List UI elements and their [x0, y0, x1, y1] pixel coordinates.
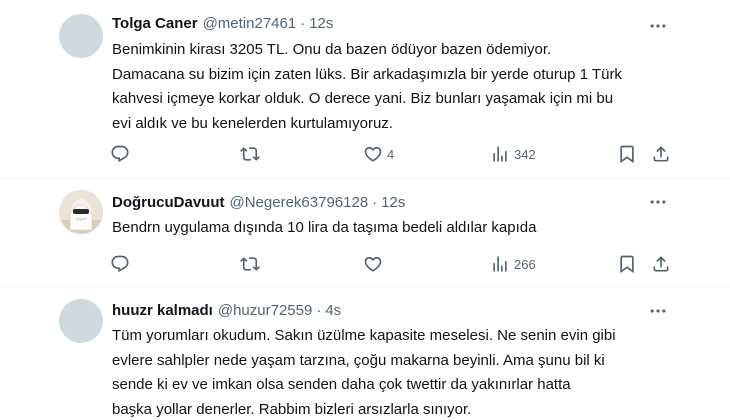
separator-dot: ·	[372, 194, 378, 211]
tweet-text: Bendrn uygulama dışında 10 lira da taşım…	[112, 219, 537, 236]
tweet-header: DoğrucuDavuut @Negerek63796128 · 12s	[112, 194, 405, 211]
timestamp[interactable]: 4s	[325, 302, 341, 319]
tweet-3[interactable]: huuzr kalmadı @huzur72559 · 4s Tüm yorum…	[0, 287, 730, 420]
separator-dot: ·	[316, 302, 322, 319]
more-icon[interactable]	[646, 190, 670, 214]
author-name[interactable]: huuzr kalmadı	[112, 302, 213, 319]
views-chart-icon	[490, 144, 510, 164]
author-handle[interactable]: @Negerek63796128	[230, 194, 369, 211]
views-chart-icon	[490, 254, 510, 274]
avatar-photo	[59, 190, 103, 234]
reply-icon	[110, 144, 130, 164]
more-icon[interactable]	[646, 14, 670, 38]
tweet-header: huuzr kalmadı @huzur72559 · 4s	[112, 302, 341, 319]
view-count: 342	[514, 146, 536, 162]
share-button[interactable]	[651, 142, 671, 166]
bookmark-button[interactable]	[617, 252, 637, 276]
separator-dot: ·	[300, 15, 306, 32]
views-button[interactable]: 342	[490, 142, 536, 166]
like-button[interactable]: 4	[363, 142, 394, 166]
heart-icon	[363, 254, 383, 274]
reply-icon	[110, 254, 130, 274]
retweet-icon	[240, 254, 260, 274]
retweet-icon	[240, 144, 260, 164]
timestamp[interactable]: 12s	[381, 194, 405, 211]
bookmark-icon	[617, 144, 637, 164]
author-name[interactable]: DoğrucuDavuut	[112, 194, 225, 211]
reply-button[interactable]	[110, 252, 130, 276]
tweet-header: Tolga Caner @metin27461 · 12s	[112, 15, 333, 32]
like-button[interactable]	[363, 252, 387, 276]
bookmark-icon	[617, 254, 637, 274]
avatar[interactable]	[59, 299, 103, 343]
avatar[interactable]	[59, 14, 103, 58]
tweet-1[interactable]: Tolga Caner @metin27461 · 12s Benimkinin…	[0, 0, 730, 178]
more-icon[interactable]	[646, 299, 670, 323]
share-icon	[651, 144, 671, 164]
share-icon	[651, 254, 671, 274]
author-handle[interactable]: @metin27461	[203, 15, 297, 32]
author-name[interactable]: Tolga Caner	[112, 15, 198, 32]
share-button[interactable]	[651, 252, 671, 276]
retweet-button[interactable]	[240, 142, 260, 166]
author-handle[interactable]: @huzur72559	[218, 302, 312, 319]
like-count: 4	[387, 146, 395, 162]
action-bar: 266	[0, 252, 730, 276]
tweet-2[interactable]: DoğrucuDavuut @Negerek63796128 · 12s Ben…	[0, 179, 730, 286]
view-count: 266	[514, 256, 536, 272]
retweet-button[interactable]	[240, 252, 260, 276]
tweet-text: Tüm yorumları okudum. Sakın üzülme kapas…	[112, 327, 616, 418]
views-button[interactable]: 266	[490, 252, 536, 276]
tweet-text: Benimkinin kirası 3205 TL. Onu da bazen …	[112, 41, 622, 132]
bookmark-button[interactable]	[617, 142, 637, 166]
reply-button[interactable]	[110, 142, 130, 166]
action-bar: 4 342	[0, 142, 730, 166]
timestamp[interactable]: 12s	[309, 15, 333, 32]
heart-icon	[363, 144, 383, 164]
avatar[interactable]	[59, 190, 103, 234]
